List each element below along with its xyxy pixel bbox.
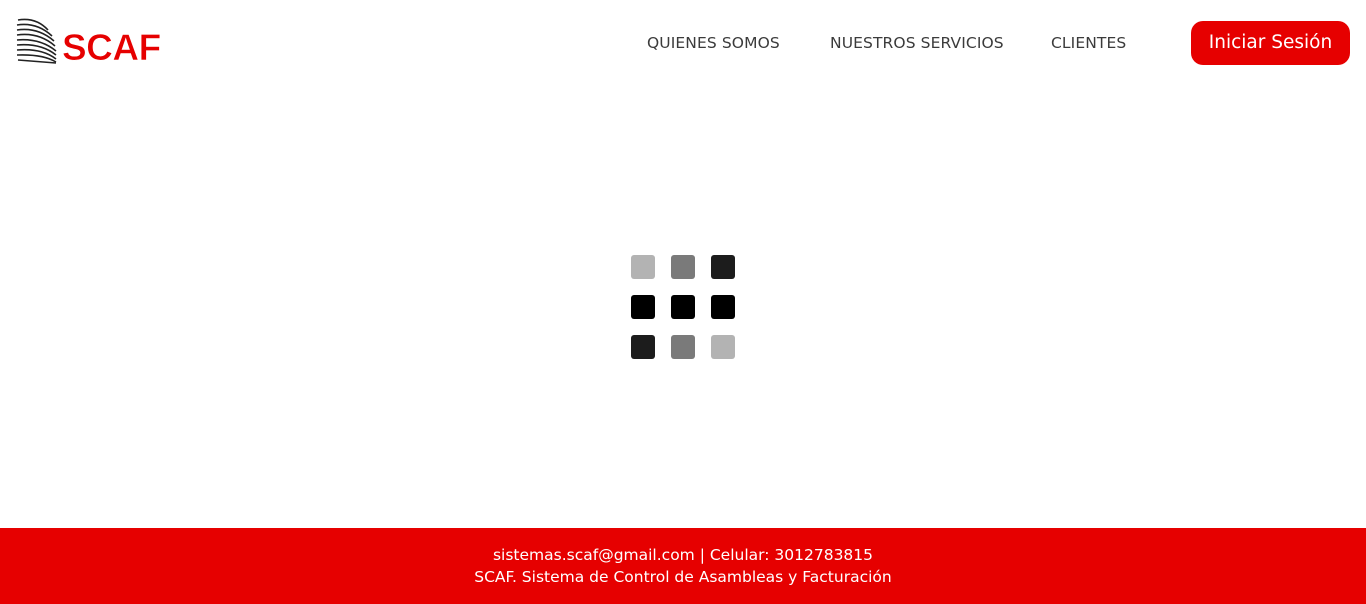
footer-tagline: SCAF. Sistema de Control de Asambleas y … [474,568,892,586]
footer-separator: | [694,546,710,564]
footer-contact: sistemas.scaf@gmail.com | Celular: 30127… [0,544,1366,566]
loader-square [671,335,695,359]
page: SCAF QUIENES SOMOS NUESTROS SERVICIOS CL… [0,0,1366,604]
header: SCAF QUIENES SOMOS NUESTROS SERVICIOS CL… [0,0,1366,86]
loader-square [631,255,655,279]
footer-email-link[interactable]: sistemas.scaf@gmail.com [493,546,695,564]
loader-square [711,335,735,359]
nav-clientes[interactable]: CLIENTES [1051,32,1126,54]
loader-square [671,255,695,279]
nav-quienes-somos[interactable]: QUIENES SOMOS [647,32,780,54]
loading-spinner [631,255,735,359]
login-button[interactable]: Iniciar Sesión [1191,21,1350,65]
loader-square [671,295,695,319]
loader-square [711,295,735,319]
footer-phone: Celular: 3012783815 [709,546,874,564]
loader-square [631,295,655,319]
loader-square [631,335,655,359]
footer: sistemas.scaf@gmail.com | Celular: 30127… [0,528,1366,604]
nav-nuestros-servicios[interactable]: NUESTROS SERVICIOS [830,32,1004,54]
main-nav: QUIENES SOMOS NUESTROS SERVICIOS CLIENTE… [0,32,1366,56]
loader-square [711,255,735,279]
